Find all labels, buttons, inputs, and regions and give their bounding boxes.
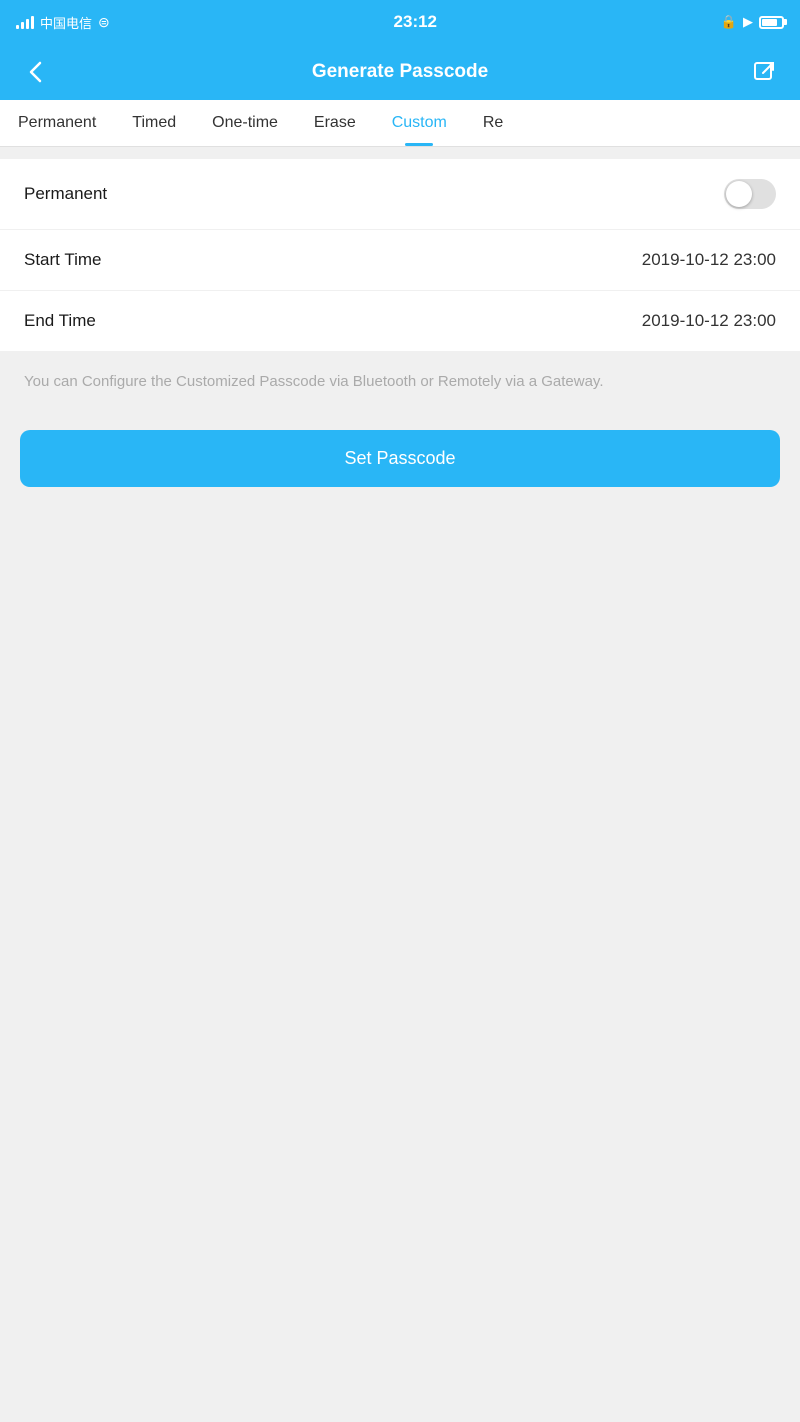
location-icon: ▶ xyxy=(743,14,753,30)
permanent-row: Permanent xyxy=(0,159,800,230)
carrier-label: 中国电信 xyxy=(40,13,92,32)
signal-icon xyxy=(16,15,34,29)
end-time-row[interactable]: End Time 2019-10-12 23:00 xyxy=(0,291,800,351)
tab-erase[interactable]: Erase xyxy=(296,100,374,146)
tab-permanent[interactable]: Permanent xyxy=(0,100,114,146)
set-passcode-button[interactable]: Set Passcode xyxy=(20,430,780,487)
permanent-toggle[interactable] xyxy=(724,179,776,209)
end-time-value: 2019-10-12 23:00 xyxy=(642,311,776,331)
toggle-knob xyxy=(726,181,752,207)
start-time-row[interactable]: Start Time 2019-10-12 23:00 xyxy=(0,230,800,291)
start-time-label: Start Time xyxy=(24,250,101,270)
status-time: 23:12 xyxy=(394,12,437,32)
end-time-label: End Time xyxy=(24,311,96,331)
battery-icon xyxy=(759,16,784,29)
status-right: 🔒 ▶ xyxy=(721,14,784,30)
start-time-value: 2019-10-12 23:00 xyxy=(642,250,776,270)
share-button[interactable] xyxy=(744,52,784,92)
status-bar: 中国电信 ⊜ 23:12 🔒 ▶ xyxy=(0,0,800,44)
wifi-icon: ⊜ xyxy=(98,14,110,31)
info-text: You can Configure the Customized Passcod… xyxy=(0,351,800,414)
nav-bar: Generate Passcode xyxy=(0,44,800,100)
tab-bar: Permanent Timed One-time Erase Custom Re xyxy=(0,100,800,147)
main-content: Permanent Start Time 2019-10-12 23:00 En… xyxy=(0,147,800,1419)
status-left: 中国电信 ⊜ xyxy=(16,13,110,32)
tab-custom[interactable]: Custom xyxy=(374,100,465,146)
back-button[interactable] xyxy=(16,52,56,92)
settings-card: Permanent Start Time 2019-10-12 23:00 En… xyxy=(0,159,800,351)
tab-timed[interactable]: Timed xyxy=(114,100,194,146)
lock-icon: 🔒 xyxy=(721,14,737,30)
nav-title: Generate Passcode xyxy=(312,61,488,83)
tab-re[interactable]: Re xyxy=(465,100,521,146)
tab-one-time[interactable]: One-time xyxy=(194,100,296,146)
permanent-label: Permanent xyxy=(24,184,107,204)
